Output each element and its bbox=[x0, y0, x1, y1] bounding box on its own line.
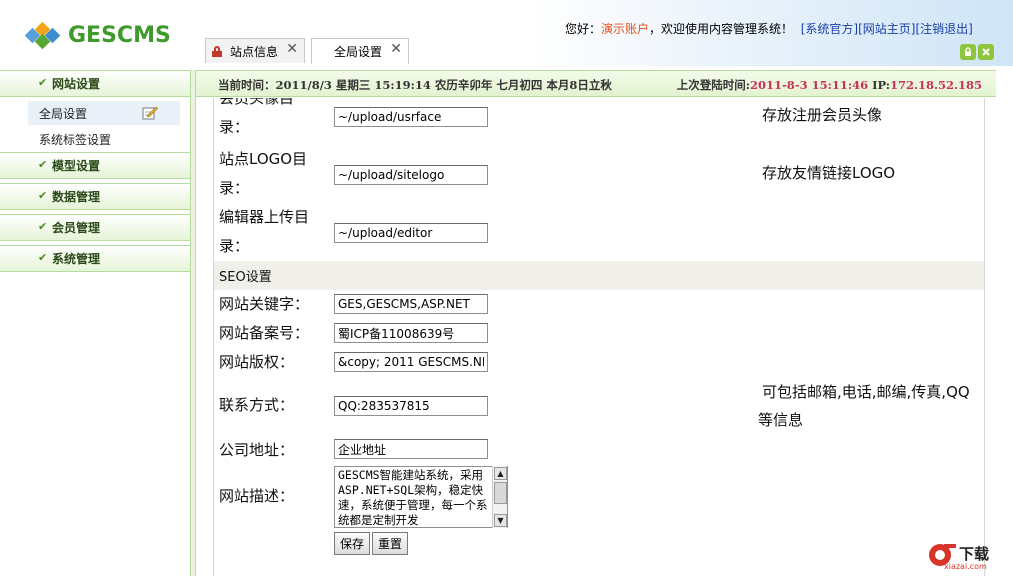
field-label-cont: 录： bbox=[219, 118, 250, 136]
scroll-up-icon[interactable]: ▲ bbox=[494, 467, 507, 480]
textarea-scrollbar[interactable]: ▲ ▼ bbox=[492, 466, 507, 528]
close-icon[interactable] bbox=[978, 44, 994, 60]
header: GESCMS 您好：演示账户，欢迎使用内容管理系统！ [系统官方][网站主页][… bbox=[0, 0, 1013, 66]
copyright-input[interactable] bbox=[334, 352, 488, 372]
sidebar-section-model-settings[interactable]: ✔ 模型设置 bbox=[0, 152, 190, 179]
sidebar-item-label: 系统标签设置 bbox=[39, 132, 112, 147]
sidebar-item-label: 全局设置 bbox=[39, 106, 88, 121]
field-label-cont: 录： bbox=[219, 179, 250, 197]
icp-input[interactable] bbox=[334, 323, 488, 343]
field-label: 站点LOGO目 bbox=[219, 150, 308, 168]
field-note: 可包括邮箱,电话,邮编,传真,QQ bbox=[762, 383, 970, 401]
watermark-main: 下载 bbox=[959, 545, 990, 563]
field-note: 存放注册会员头像 bbox=[762, 106, 883, 124]
username: 演示账户 bbox=[601, 22, 650, 36]
form-row-editor-dir: 编辑器上传目 录： bbox=[214, 203, 984, 261]
avatar-dir-input[interactable] bbox=[334, 107, 488, 127]
site-watermark: 下载 xiazai.com bbox=[927, 541, 1001, 573]
form-row-avatar-dir: 会员头像目 录： 存放注册会员头像 bbox=[214, 98, 984, 142]
form-row-icp: 网站备案号： bbox=[214, 319, 984, 348]
welcome-bar: 您好：演示账户，欢迎使用内容管理系统！ [系统官方][网站主页][注销退出] bbox=[565, 20, 973, 37]
form-row-logo-dir: 站点LOGO目 录： 存放友情链接LOGO bbox=[214, 145, 984, 203]
logo-dir-input[interactable] bbox=[334, 165, 488, 185]
form-row-copyright: 网站版权： bbox=[214, 348, 984, 377]
field-label: 网站描述： bbox=[219, 487, 295, 505]
form-row-contact: 联系方式： 可包括邮箱,电话,邮编,传真,QQ 等信息 bbox=[214, 377, 984, 435]
sidebar: ✔ 网站设置 全局设置 系统标签设置 ✔ 模型设置 ✔ 数据管理 ✔ 会员管理 … bbox=[0, 70, 190, 576]
sidebar-item-tag-settings[interactable]: 系统标签设置 bbox=[28, 127, 180, 151]
chevron-down-icon: ✔ bbox=[38, 220, 48, 233]
sidebar-section-data-management[interactable]: ✔ 数据管理 bbox=[0, 183, 190, 210]
section-title: SEO设置 bbox=[219, 270, 272, 285]
sidebar-item-global-settings[interactable]: 全局设置 bbox=[28, 101, 180, 125]
field-note: 存放友情链接LOGO bbox=[762, 164, 896, 182]
section-label: 系统管理 bbox=[52, 252, 101, 266]
current-time: 当前时间：2011/8/3 星期三 15:19:14 农历辛卯年 七月初四 本月… bbox=[218, 78, 612, 92]
official-site-link[interactable]: [系统官方] bbox=[801, 22, 858, 36]
field-label: 网站版权： bbox=[219, 353, 295, 371]
field-label-cont: 录： bbox=[219, 237, 250, 255]
field-label: 会员头像目 bbox=[219, 98, 295, 107]
form-row-keywords: 网站关键字： bbox=[214, 290, 984, 319]
field-label: 网站关键字： bbox=[219, 295, 310, 313]
chevron-down-icon: ✔ bbox=[38, 158, 48, 171]
section-label: 会员管理 bbox=[52, 221, 101, 235]
section-label: 网站设置 bbox=[52, 77, 101, 91]
tab-label: 全局设置 bbox=[334, 45, 383, 59]
sidebar-splitter[interactable] bbox=[190, 70, 196, 576]
field-label: 联系方式： bbox=[219, 396, 295, 414]
edit-icon bbox=[142, 106, 158, 120]
lock-icon bbox=[212, 45, 222, 57]
brand-name: GESCMS bbox=[68, 22, 171, 48]
scroll-down-icon[interactable]: ▼ bbox=[494, 514, 507, 527]
tab-site-info[interactable]: 站点信息 ✕ bbox=[205, 38, 305, 63]
chevron-down-icon: ✔ bbox=[38, 189, 48, 202]
site-home-link[interactable]: [网站主页] bbox=[858, 22, 915, 36]
window-controls bbox=[960, 44, 994, 60]
sidebar-section-member-management[interactable]: ✔ 会员管理 bbox=[0, 214, 190, 241]
section-label: 数据管理 bbox=[52, 190, 101, 204]
watermark-sub: xiazai.com bbox=[944, 562, 987, 571]
logo-mark-icon bbox=[24, 21, 62, 50]
address-input[interactable] bbox=[334, 439, 488, 459]
last-login-label: 上次登陆时间: bbox=[676, 78, 751, 92]
field-label: 公司地址： bbox=[219, 441, 295, 459]
form-row-address: 公司地址： bbox=[214, 435, 984, 464]
chevron-down-icon: ✔ bbox=[38, 251, 48, 264]
welcome-text: ，欢迎使用内容管理系统！ bbox=[649, 22, 794, 36]
form-row-description: 网站描述： GESCMS智能建站系统，采用ASP.NET+SQL架构，稳定快速，… bbox=[214, 466, 984, 530]
sidebar-section-system-management[interactable]: ✔ 系统管理 bbox=[0, 245, 190, 272]
sidebar-section-site-settings[interactable]: ✔ 网站设置 bbox=[0, 70, 190, 97]
logout-link[interactable]: [注销退出] bbox=[915, 22, 972, 36]
reset-button[interactable]: 重置 bbox=[372, 532, 409, 555]
last-login: 上次登陆时间:2011-8-3 15:11:46 IP:172.18.52.18… bbox=[677, 77, 982, 93]
save-button[interactable]: 保存 bbox=[334, 532, 371, 555]
chevron-down-icon: ✔ bbox=[38, 76, 48, 89]
ip-label: IP: bbox=[868, 78, 890, 92]
ip-value: 172.18.52.185 bbox=[889, 78, 982, 92]
tab-global-settings[interactable]: 全局设置 ✕ bbox=[311, 38, 409, 64]
field-note-cont: 等信息 bbox=[758, 411, 804, 429]
editor-dir-input[interactable] bbox=[334, 223, 488, 243]
close-icon[interactable]: ✕ bbox=[390, 41, 402, 57]
field-label: 网站备案号： bbox=[219, 324, 310, 342]
close-icon[interactable]: ✕ bbox=[286, 41, 298, 57]
status-bar: 当前时间：2011/8/3 星期三 15:19:14 农历辛卯年 七月初四 本月… bbox=[192, 70, 996, 97]
keywords-input[interactable] bbox=[334, 294, 488, 314]
settings-form: 会员头像目 录： 存放注册会员头像 站点LOGO目 录： 存放友情链接LOGO … bbox=[213, 98, 985, 576]
section-label: 模型设置 bbox=[52, 159, 101, 173]
last-login-value: 2011-8-3 15:11:46 bbox=[750, 78, 869, 92]
greeting-text: 您好： bbox=[565, 22, 602, 36]
contact-input[interactable] bbox=[334, 396, 488, 416]
tab-label: 站点信息 bbox=[230, 44, 279, 59]
scroll-thumb[interactable] bbox=[494, 482, 507, 504]
section-header-seo: SEO设置 bbox=[214, 261, 984, 290]
lock-screen-icon[interactable] bbox=[960, 44, 976, 60]
description-textarea[interactable]: GESCMS智能建站系统，采用ASP.NET+SQL架构，稳定快速，系统便于管理… bbox=[334, 466, 508, 528]
field-label: 编辑器上传目 bbox=[219, 208, 310, 226]
logo: GESCMS bbox=[24, 20, 171, 50]
